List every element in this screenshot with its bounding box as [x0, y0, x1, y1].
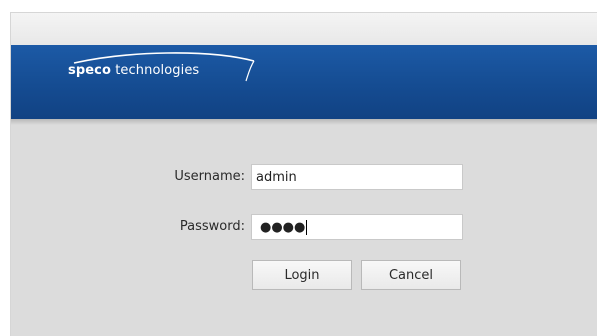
username-label: Username:: [174, 169, 245, 184]
password-label: Password:: [179, 219, 245, 234]
password-input[interactable]: ●●●●: [251, 214, 463, 240]
login-button[interactable]: Login: [252, 260, 352, 290]
username-input[interactable]: [251, 164, 463, 190]
text-caret: [306, 219, 308, 235]
password-mask: ●●●●: [260, 219, 306, 235]
logo-rest: technologies: [111, 63, 200, 78]
login-window: speco technologies Username: Password: ●…: [10, 12, 597, 336]
banner-shadow: [11, 119, 597, 125]
cancel-button[interactable]: Cancel: [361, 260, 461, 290]
logo-brand: speco: [68, 63, 111, 78]
window-top-strip: [11, 13, 597, 45]
logo-text: speco technologies: [68, 63, 199, 78]
speco-logo: speco technologies: [68, 49, 268, 89]
